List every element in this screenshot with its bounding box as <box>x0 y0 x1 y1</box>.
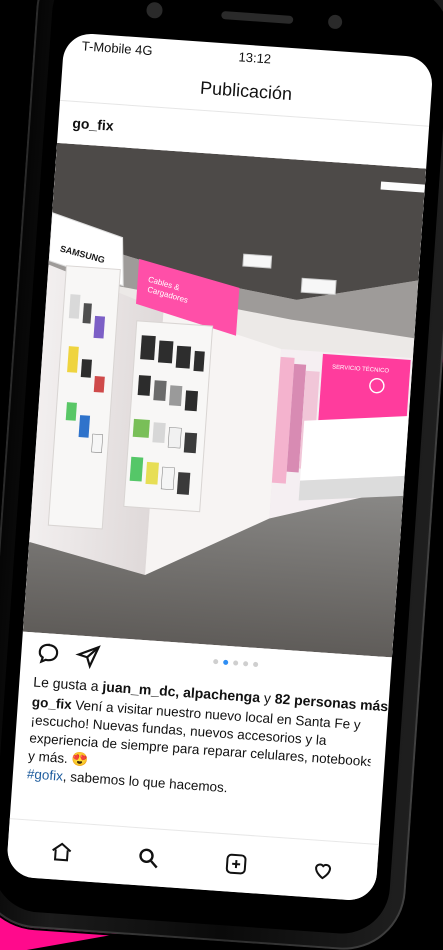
ceiling-light-left <box>242 253 273 269</box>
front-camera-left <box>145 1 164 19</box>
post-username[interactable]: go_fix <box>72 115 114 134</box>
search-icon[interactable] <box>136 845 162 871</box>
network-label: 4G <box>134 41 154 58</box>
carousel-dot-5 <box>252 661 259 668</box>
carousel-dot-2 <box>223 659 229 666</box>
service-counter <box>300 416 409 481</box>
caption-username[interactable]: go_fix <box>31 694 72 712</box>
heart-icon[interactable] <box>310 857 336 883</box>
screenshot-stage: T-Mobile 4G 13:12 Publicación go_fix SAM… <box>0 0 443 950</box>
comment-icon[interactable] <box>35 640 63 668</box>
status-left: T-Mobile 4G <box>81 38 153 58</box>
bottom-navigation <box>5 818 379 902</box>
caption-hashtag[interactable]: #gofix <box>26 766 63 783</box>
carousel-dots <box>213 658 259 668</box>
home-icon[interactable] <box>49 839 75 865</box>
store-photo: SAMSUNG Cables & Cargadores SERVICIO TÉC… <box>22 142 427 658</box>
carousel-dot-1 <box>213 658 219 665</box>
phone-screen: T-Mobile 4G 13:12 Publicación go_fix SAM… <box>5 32 434 902</box>
front-camera-right <box>327 14 343 30</box>
status-time: 13:12 <box>238 48 272 67</box>
page-title: Publicación <box>199 77 293 104</box>
phone-frame: T-Mobile 4G 13:12 Publicación go_fix SAM… <box>0 0 443 950</box>
post-image[interactable]: SAMSUNG Cables & Cargadores SERVICIO TÉC… <box>22 142 427 658</box>
carousel-dot-3 <box>233 660 239 666</box>
add-post-icon[interactable] <box>223 851 249 877</box>
carousel-dot-4 <box>242 661 249 667</box>
earpiece-speaker <box>221 10 294 24</box>
air-conditioner <box>300 277 337 296</box>
status-right-spacer <box>357 65 415 69</box>
likes-middle: y <box>259 689 276 707</box>
share-icon[interactable] <box>74 642 102 670</box>
carrier-label: T-Mobile <box>81 37 133 57</box>
